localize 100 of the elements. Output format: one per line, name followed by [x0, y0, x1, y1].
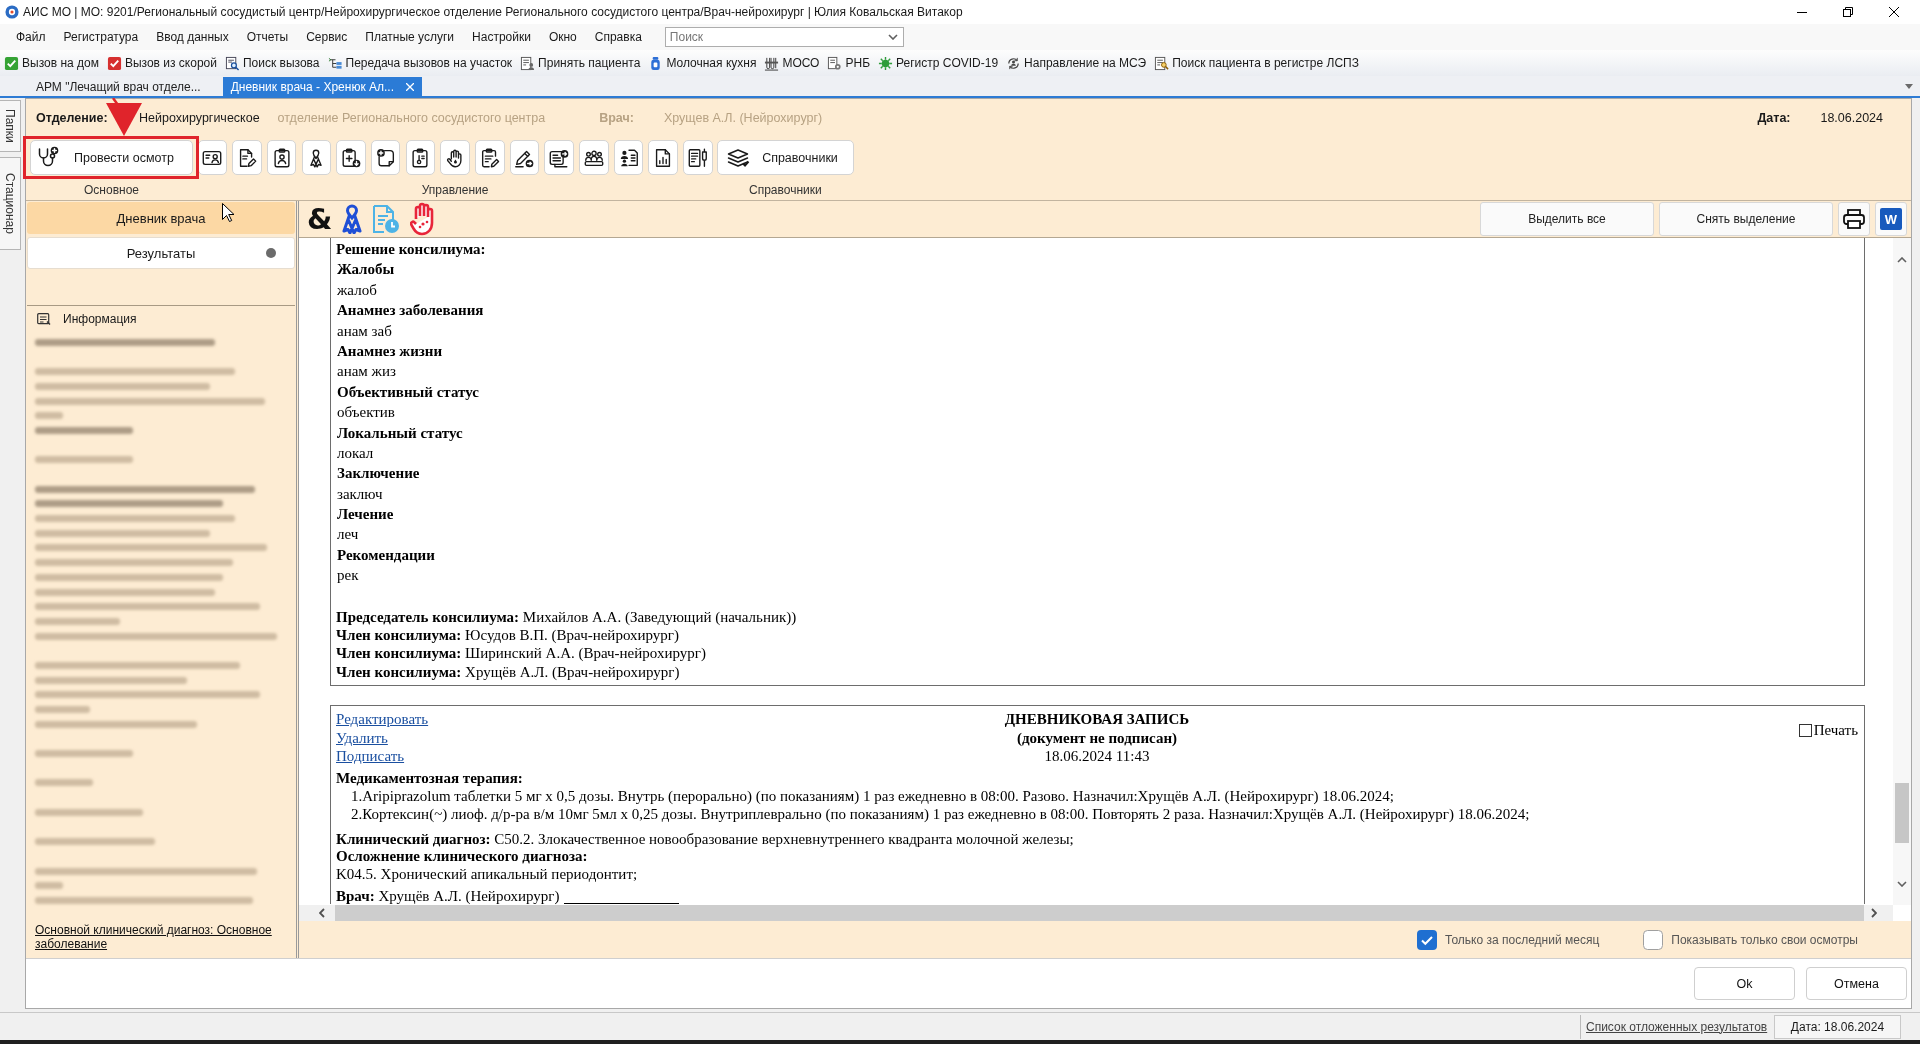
print-checkbox[interactable]	[1798, 724, 1812, 738]
dialog-button[interactable]: Ok	[1694, 967, 1795, 1000]
document-search-icon	[1154, 55, 1170, 71]
app-logo-icon	[5, 5, 19, 19]
chevron-right-icon	[1871, 908, 1877, 918]
section-title: Объективный статус	[337, 382, 479, 402]
menu-item[interactable]: Платные услуги	[356, 27, 464, 47]
ampersand-button[interactable]: &	[307, 203, 333, 235]
checkbox-label: Только за последний месяц	[1445, 932, 1600, 947]
toolbar-button[interactable]	[613, 140, 644, 175]
toolbar-link[interactable]: МОСО	[761, 53, 823, 73]
toolbar-link[interactable]: Принять пациента	[517, 53, 644, 73]
complication-title: Осложнение клинического диагноза:	[336, 848, 588, 866]
toolbar-button[interactable]	[440, 140, 470, 175]
toolbar-link[interactable]: Вызов из скорой	[103, 53, 220, 73]
action-link[interactable]: Удалить	[336, 728, 388, 748]
section-text: жалоб	[337, 280, 377, 300]
toolbar-button[interactable]	[197, 140, 227, 175]
group-label: Управление	[421, 183, 489, 197]
nav-item[interactable]: Результаты	[27, 237, 295, 269]
document-tab[interactable]: АРМ "Лечащий врач отделе...	[28, 77, 209, 96]
date-label: Дата:	[1757, 111, 1792, 125]
section-title: Анамнез заболевания	[337, 301, 484, 321]
examine-button[interactable]: Провести осмотр	[30, 140, 193, 175]
toolbar-button[interactable]	[370, 140, 401, 175]
group-label: Основное	[84, 183, 139, 197]
pending-results-link[interactable]: Список отложенных результатов	[1586, 1019, 1768, 1034]
nav-item[interactable]: Дневник врача	[27, 202, 295, 234]
document-tab[interactable]: Дневник врача - Хренюк Ал...	[222, 77, 422, 96]
toolbar-button[interactable]	[544, 140, 574, 175]
print-button[interactable]	[1838, 202, 1870, 236]
toolbar-button[interactable]	[232, 140, 262, 175]
toolbar-button[interactable]	[683, 140, 713, 175]
date-value: 18.06.2024	[1820, 111, 1883, 125]
dialog-button[interactable]: Отмена	[1806, 967, 1907, 1000]
toolbar-link[interactable]: Вызов на дом	[1, 53, 102, 73]
toolbar-button[interactable]	[475, 140, 505, 175]
diagnosis-link[interactable]: Основной клинический диагноз: Основное заболевание	[35, 922, 287, 952]
section-title: Лечение	[337, 505, 394, 525]
toolbar-text-button[interactable]: Выделить все	[1480, 202, 1654, 236]
action-link[interactable]: Редактировать	[336, 710, 429, 729]
menu-item[interactable]: Отчеты	[237, 27, 298, 47]
toolbar-button[interactable]	[336, 140, 366, 175]
diagnosis-line: Клинический диагноз: C50.2. Злокачественное новообразование верхневнутреннего квадранта молочной железы;	[336, 830, 1074, 849]
toolbar-text-button[interactable]: Снять выделение	[1659, 202, 1833, 236]
side-tab[interactable]: Стационар	[0, 156, 21, 250]
toolbar-button[interactable]	[405, 140, 436, 175]
export-button[interactable]: W	[1875, 202, 1907, 236]
chevron-down-icon[interactable]	[887, 34, 898, 40]
toolbar-button[interactable]	[579, 140, 609, 175]
toolbar-button[interactable]	[648, 140, 678, 175]
vertical-scrollbar[interactable]	[1893, 238, 1911, 905]
window-title: АИС МО | МО: 9201/Региональный сосудистый центр/Нейрохирургическое отделение Регионального сосудистого центра/Врач-нейрохирург | Юлия Ковальская Витакор	[23, 5, 963, 19]
action-link[interactable]: Подписать	[336, 747, 405, 766]
panel-title: Информация	[63, 312, 137, 326]
references-button[interactable]: Справочники	[717, 140, 854, 175]
menu-item[interactable]: Регистратура	[54, 27, 148, 47]
section-text: локал	[337, 443, 374, 463]
toolbar-link[interactable]: Регистр COVID-19	[875, 53, 1002, 73]
network-icon	[327, 55, 343, 71]
restore-icon	[1843, 7, 1853, 17]
document-drip-icon	[686, 146, 709, 169]
filter-checkbox[interactable]	[1643, 929, 1664, 950]
test-tubes-icon	[764, 55, 780, 71]
prescription-line: 2.Кортексин(~) лиоф. д/р-ра в/м 10мг 5мл x 0,25 дозы. Внутриплеврально (по показаниям) 1 раз ежедневно в 08:00. Повторять 2 раза. Назначил:Хрущёв А.Л. (Нейрохирург) 18.06.2024;	[351, 805, 1530, 824]
toolbar-link[interactable]: Направление на МСЭ	[1003, 53, 1150, 73]
menu-item[interactable]: Справка	[585, 27, 651, 47]
close-icon[interactable]	[406, 82, 414, 91]
note-icon	[37, 312, 51, 326]
filter-checkbox[interactable]	[1417, 929, 1438, 950]
menu-item[interactable]: Ввод данных	[147, 27, 238, 47]
toolbar-link[interactable]: Передача вызовов на участок	[324, 53, 516, 73]
menu-item[interactable]: Сервис	[297, 27, 357, 47]
menu-item[interactable]: Окно	[539, 27, 586, 47]
member-line: Председатель консилиума: Михайлов А.А. (Заведующий (начальник))	[336, 607, 797, 627]
section-heading: Решение консилиума:	[336, 240, 486, 259]
search-document-icon	[225, 55, 240, 71]
dropdown-arrow-icon[interactable]	[1905, 83, 1913, 89]
section-text: анам заб	[337, 321, 392, 341]
entry-datetime: 18.06.2024 11:43	[1044, 747, 1150, 766]
checkbox-label: Показывать только свои осмотры	[1671, 932, 1858, 947]
menu-item[interactable]: Настройки	[463, 27, 540, 47]
scrollbar-thumb[interactable]	[1895, 783, 1909, 843]
check-icon	[4, 55, 19, 71]
therapy-title: Медикаментозная терапия:	[336, 769, 523, 788]
mouse-cursor-icon	[222, 203, 234, 222]
entry-title: ДНЕВНИКОВАЯ ЗАПИСЬ	[1004, 710, 1190, 729]
toolbar-button[interactable]	[509, 140, 540, 175]
search-field[interactable]: Поиск	[664, 27, 904, 47]
menu-item[interactable]: Файл	[7, 27, 55, 47]
people-cycle-icon	[1006, 55, 1022, 71]
toolbar-link[interactable]: Поиск пациента в регистре ЛСПЗ	[1151, 53, 1362, 73]
group-label: Справочники	[749, 183, 822, 197]
side-tab[interactable]: Папки	[0, 100, 21, 152]
awareness-ribbon-icon[interactable]	[342, 204, 363, 234]
toolbar-button[interactable]	[301, 140, 332, 175]
toolbar-link[interactable]: Поиск вызова	[222, 53, 323, 73]
toolbar-link[interactable]: Молочная кухня	[645, 53, 760, 73]
toolbar-link[interactable]: РНБ	[824, 53, 873, 73]
toolbar-button[interactable]	[266, 140, 297, 175]
